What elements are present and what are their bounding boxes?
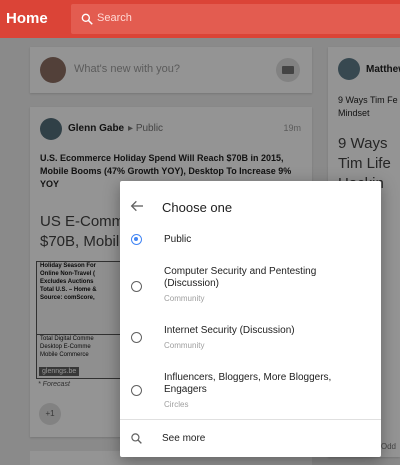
- choose-audience-dialog: Choose one Public Computer Security and …: [120, 181, 381, 457]
- see-more-link[interactable]: See more: [162, 433, 205, 444]
- search-placeholder: Search: [97, 12, 132, 24]
- dialog-title: Choose one: [162, 200, 233, 215]
- radio-button[interactable]: [131, 281, 142, 292]
- dialog-header: Choose one: [120, 181, 381, 231]
- radio-button[interactable]: [131, 332, 142, 343]
- option-public[interactable]: Public: [120, 227, 381, 251]
- option-internet-security[interactable]: Internet Security (Discussion) Community: [120, 321, 381, 361]
- radio-button[interactable]: [131, 385, 142, 396]
- search-icon: [81, 13, 93, 25]
- radio-button[interactable]: [131, 234, 142, 245]
- option-label: Internet Security (Discussion): [164, 325, 295, 336]
- page-title: Home: [6, 10, 48, 27]
- option-sublabel: Community: [164, 294, 205, 303]
- search-input[interactable]: Search: [71, 4, 400, 34]
- option-label: Public: [164, 234, 192, 245]
- option-computer-security[interactable]: Computer Security and Pentesting (Discus…: [120, 261, 381, 311]
- option-label: Influencers, Bloggers, More Bloggers, En…: [164, 372, 332, 395]
- option-sublabel: Circles: [164, 400, 189, 409]
- search-icon[interactable]: [130, 432, 143, 445]
- back-arrow-icon[interactable]: [129, 198, 145, 214]
- divider: [120, 419, 381, 420]
- top-app-bar: Home Search: [0, 0, 400, 38]
- option-label: Computer Security and Pentesting (Discus…: [164, 266, 317, 289]
- option-influencers[interactable]: Influencers, Bloggers, More Bloggers, En…: [120, 369, 381, 413]
- option-sublabel: Community: [164, 341, 205, 350]
